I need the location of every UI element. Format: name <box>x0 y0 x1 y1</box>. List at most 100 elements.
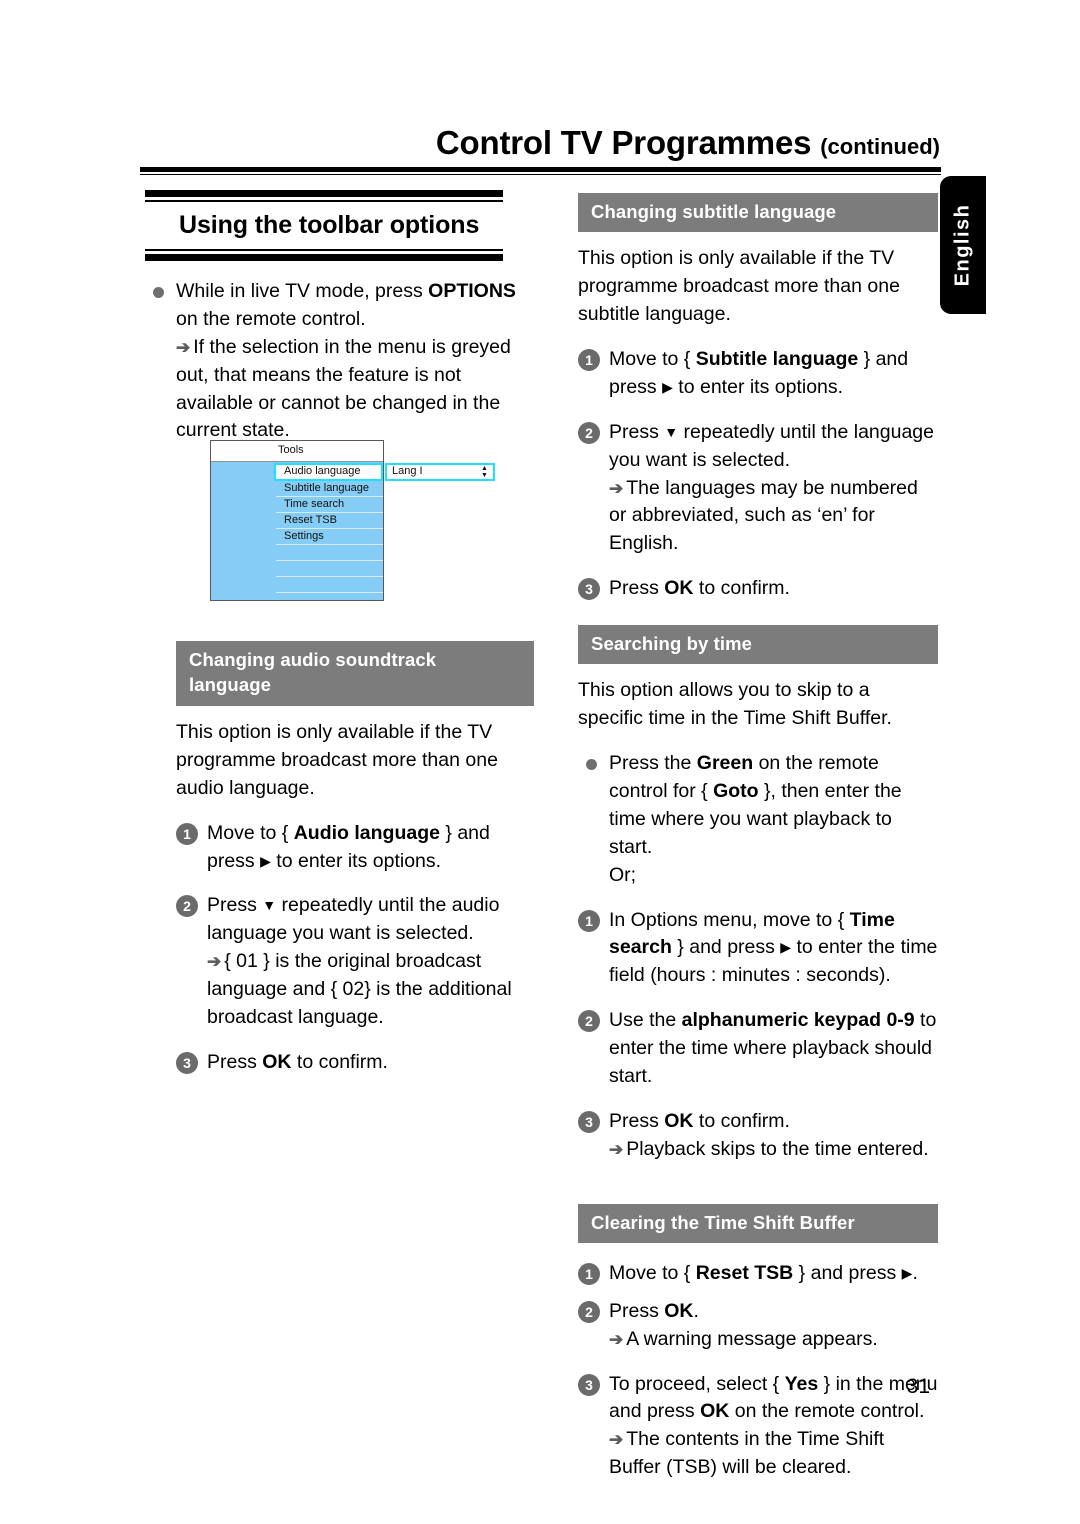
step-number-badge: 2 <box>578 1010 600 1033</box>
bullet-text-pre: While in live TV mode, press <box>176 280 429 302</box>
section-header-audio-line2: language <box>189 673 272 695</box>
time-step-1: 1 In Options menu, move to { Time search… <box>578 907 938 991</box>
main-heading-top-rule <box>145 190 503 202</box>
clear-step-2-post: . <box>693 1299 699 1322</box>
time-step-3-post: to confirm. <box>693 1109 790 1132</box>
sub-arrow-icon: ➔ <box>609 1430 624 1450</box>
section-header-audio-line1: Changing audio soundtrack <box>189 649 437 671</box>
time-step-2-pre: Use the <box>609 1009 682 1032</box>
sub-arrow-icon: ➔ <box>207 952 222 972</box>
time-step-3: 3 Press OK to confirm. ➔ Playback skips t… <box>578 1108 938 1164</box>
clear-step-2-note: ➔ A warning message appears. <box>609 1326 938 1354</box>
step-number-badge: 3 <box>578 1110 600 1133</box>
time-step-3-note: ➔ Playback skips to the time entered. <box>609 1136 938 1164</box>
sub-arrow-icon: ➔ <box>609 478 624 498</box>
step-number-badge: 3 <box>578 1373 600 1396</box>
step-number-badge: 1 <box>578 349 600 372</box>
tv-value-spinner[interactable]: ▲ ▼ <box>480 465 489 479</box>
language-tab: English <box>940 176 986 314</box>
subtitle-step-3: 3 Press OK to confirm. <box>578 575 938 603</box>
tv-menu-item-reset-tsb[interactable]: Reset TSB <box>276 513 383 529</box>
audio-language-menu-label: Audio language <box>293 821 440 844</box>
subtitle-step-3-pre: Press <box>609 577 665 600</box>
tv-audio-language-value-field[interactable]: Lang I ▲ ▼ <box>385 463 495 481</box>
step-number-badge: 2 <box>176 895 198 918</box>
tv-menu-item-label: Reset TSB <box>284 514 337 526</box>
tv-menu-item-settings[interactable]: Settings <box>276 529 383 545</box>
subtitle-step-2-note-text: The languages may be numbered or abbrevi… <box>609 476 918 555</box>
clear-step-1-tail: . <box>912 1261 918 1284</box>
subtitle-language-intro: This option is only available if the TV … <box>578 247 900 326</box>
bullet-dot-icon <box>586 759 597 771</box>
audio-step-3-post: to confirm. <box>291 1050 388 1073</box>
section-header-searching-by-time: Searching by time <box>578 625 938 665</box>
language-tab-label: English <box>951 203 974 287</box>
tv-menu-item-label: Time search <box>284 498 345 510</box>
subtitle-step-2-note: ➔ The languages may be numbered or abbrev… <box>609 475 938 559</box>
tv-menu-item-label: Subtitle language <box>284 482 370 494</box>
step-number-badge: 1 <box>176 822 198 845</box>
time-bullet-or: Or; <box>609 863 637 886</box>
step-number-badge: 3 <box>578 578 600 601</box>
ok-key-label: OK <box>664 1109 694 1132</box>
audio-step-2-note-text: { 01 } is the original broadcast languag… <box>207 950 512 1028</box>
yes-menu-label: Yes <box>784 1372 819 1395</box>
right-triangle-icon: ▶ <box>901 1264 913 1281</box>
right-column: Changing subtitle language This option i… <box>578 193 938 1482</box>
ok-key-label: OK <box>664 577 694 600</box>
tv-menu-list: Audio language Subtitle language Time se… <box>274 463 383 593</box>
tv-tools-label: Tools <box>278 444 304 456</box>
toolbar-options-bullet: While in live TV mode, press OPTIONS on … <box>145 278 535 445</box>
section-header-subtitle-language: Changing subtitle language <box>578 193 938 233</box>
green-key-label: Green <box>696 752 754 775</box>
time-step-3-note-text: Playback skips to the time entered. <box>626 1137 929 1160</box>
spinner-down-icon[interactable]: ▼ <box>481 472 488 479</box>
step-number-badge: 3 <box>176 1051 198 1074</box>
tv-menu-item-time-search[interactable]: Time search <box>276 497 383 513</box>
clear-step-1-pre: Move to { <box>609 1261 696 1284</box>
sub-arrow-icon: ➔ <box>609 1329 624 1349</box>
audio-step-2: 2 Press ▼ repeatedly until the audio lan… <box>176 892 535 1031</box>
step-number-badge: 2 <box>578 421 600 444</box>
tv-menu-item-audio-language[interactable]: Audio language <box>274 463 383 481</box>
audio-step-1-pre: Move to { <box>207 821 294 844</box>
clear-step-2-pre: Press <box>609 1299 665 1322</box>
time-step-2: 2 Use the alphanumeric keypad 0-9 to ent… <box>578 1007 938 1091</box>
tv-menu-item-label: Audio language <box>284 465 361 477</box>
step-number-badge: 2 <box>578 1300 600 1323</box>
tv-menu-item-subtitle-language[interactable]: Subtitle language <box>276 481 383 497</box>
audio-step-1-tail: to enter its options. <box>270 849 442 872</box>
spinner-up-icon[interactable]: ▲ <box>481 465 488 472</box>
section-header-audio-language: Changing audio soundtrack language <box>176 641 534 707</box>
clear-step-1: 1 Move to { Reset TSB } and press ▶. <box>578 1260 938 1288</box>
searching-by-time-bullet: Press the Green on the remote control fo… <box>578 750 938 889</box>
goto-menu-label: Goto <box>713 780 759 803</box>
ok-key-label: OK <box>262 1050 292 1073</box>
time-step-3-pre: Press <box>609 1109 665 1132</box>
ok-key-label: OK <box>700 1400 730 1423</box>
alphanumeric-keypad-label: alphanumeric keypad 0-9 <box>681 1009 915 1032</box>
clear-step-3-post: on the remote control. <box>729 1400 925 1423</box>
step-number-badge: 1 <box>578 909 600 932</box>
tv-menu-item-empty <box>276 545 383 561</box>
ok-key-label: OK <box>664 1299 694 1322</box>
clear-step-2-note-text: A warning message appears. <box>626 1327 878 1350</box>
tv-menu-item-empty <box>276 577 383 593</box>
right-triangle-icon: ▶ <box>662 378 673 395</box>
greyed-out-note: ➔ If the selection in the menu is greyed … <box>176 334 535 446</box>
down-triangle-icon: ▼ <box>664 423 679 440</box>
main-heading-bottom-rule <box>145 249 503 261</box>
right-triangle-icon: ▶ <box>260 852 271 869</box>
time-step-1-pre: In Options menu, move to { <box>609 908 850 931</box>
tv-options-menu-figure: Tools Audio language Subtitle language T… <box>210 440 495 601</box>
audio-step-1: 1 Move to { Audio language } and press ▶… <box>176 820 535 876</box>
page-title-continued: (continued) <box>820 134 940 159</box>
reset-tsb-menu-label: Reset TSB <box>695 1261 794 1284</box>
searching-by-time-intro: This option allows you to skip to a spec… <box>578 679 892 730</box>
clear-step-1-post: } and press <box>793 1261 902 1284</box>
time-step-1-post: } and press <box>671 936 781 959</box>
tv-tools-header: Tools <box>211 441 383 462</box>
main-heading: Using the toolbar options <box>179 211 480 239</box>
page-title-text: Control TV Programmes <box>435 124 812 161</box>
left-column: Using the toolbar options While in live … <box>145 190 535 1077</box>
